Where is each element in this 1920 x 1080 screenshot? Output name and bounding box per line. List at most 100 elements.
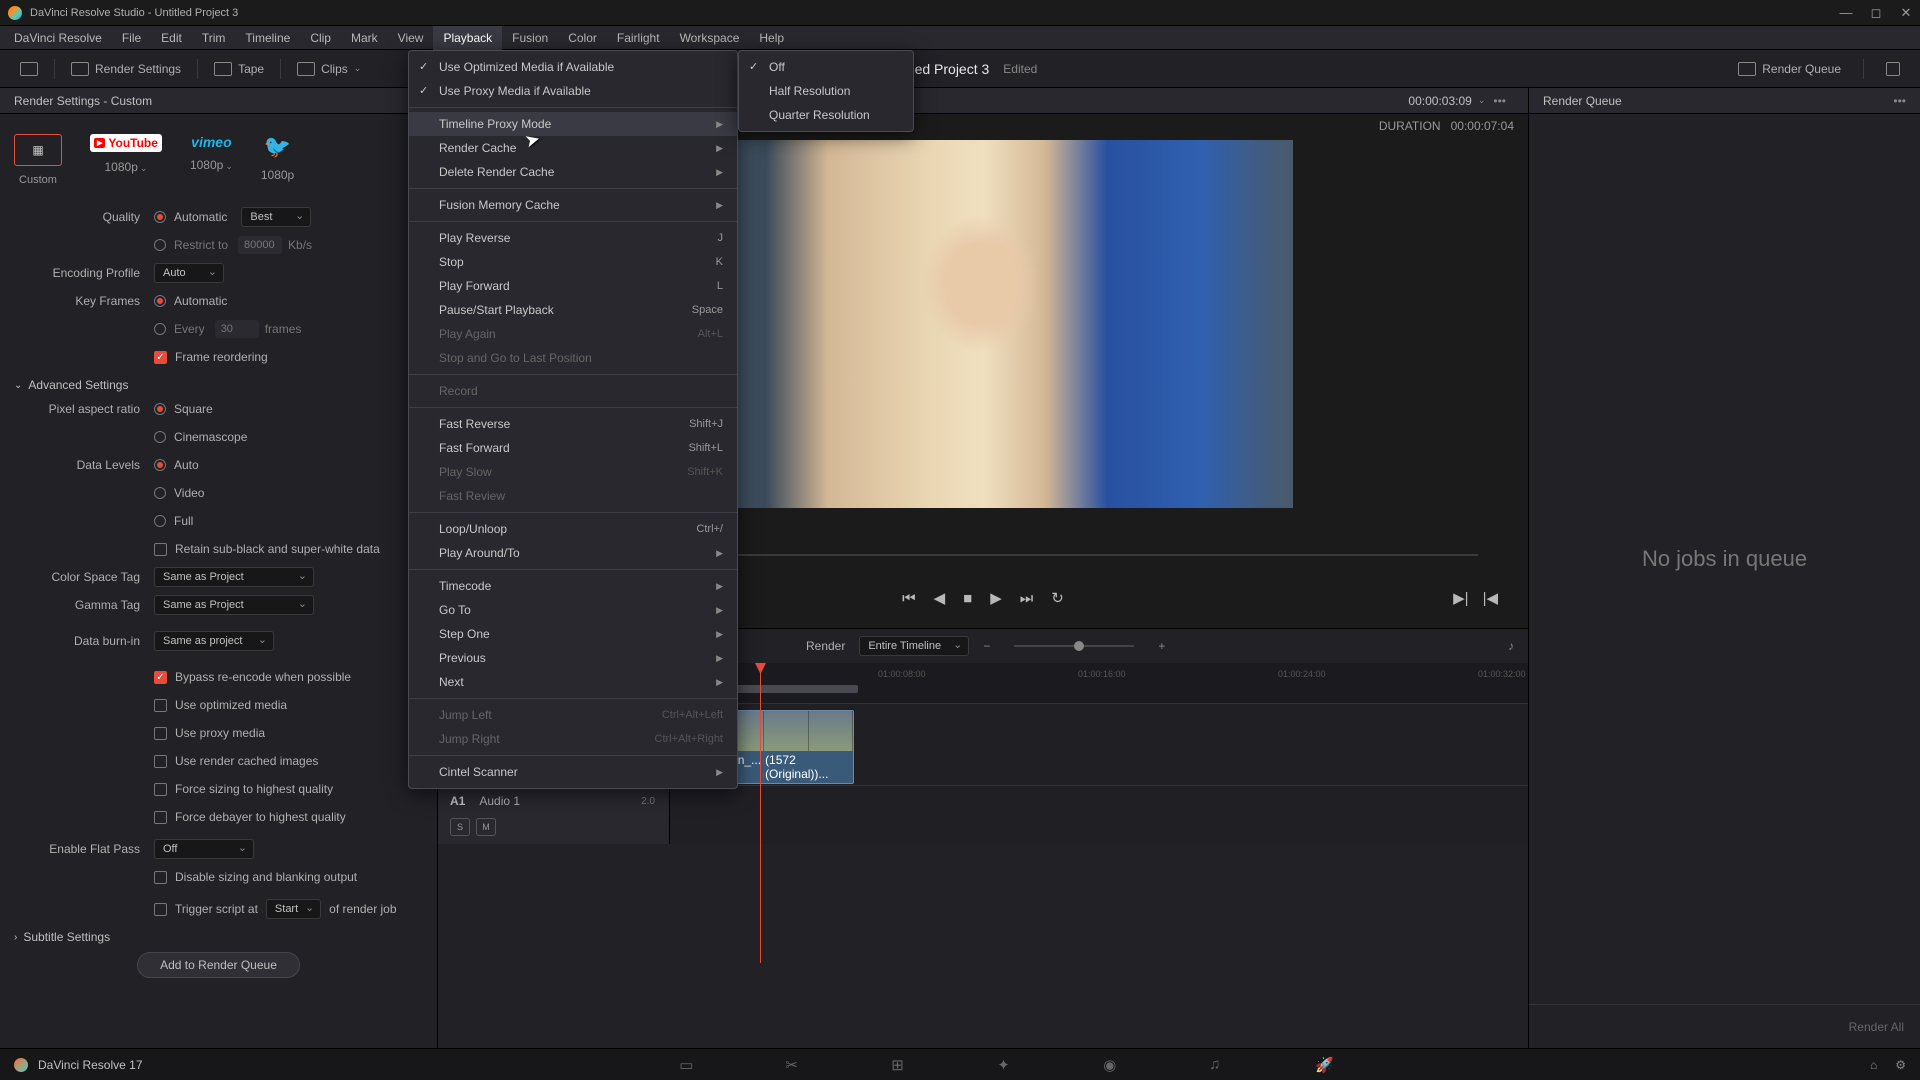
gamma-tag-select[interactable]: Same as Project [154,595,314,615]
viewer-timecode[interactable]: 00:00:03:09 [1408,94,1471,108]
menu-loop[interactable]: Loop/UnloopCtrl+/ [409,517,737,541]
menu-goto[interactable]: Go To▶ [409,598,737,622]
submenu-off[interactable]: ✓Off [739,55,913,79]
menu-use-optimized[interactable]: ✓Use Optimized Media if Available [409,55,737,79]
menu-use-proxy[interactable]: ✓Use Proxy Media if Available [409,79,737,103]
menu-timecode[interactable]: Timecode▶ [409,574,737,598]
preset-custom[interactable]: ▦ Custom [14,134,62,186]
go-to-start-button[interactable]: ⏮ [902,590,916,607]
preset-youtube[interactable]: YouTube 1080p⌄ [90,134,162,186]
viewer-options-button[interactable]: ••• [1485,94,1514,108]
menu-color[interactable]: Color [558,26,607,50]
zoom-out-button[interactable]: − [983,639,990,653]
subtitle-settings-header[interactable]: Subtitle Settings [14,930,423,944]
quick-export-button[interactable] [10,58,48,80]
data-full-radio[interactable] [154,515,166,527]
menu-timeline[interactable]: Timeline [235,26,300,50]
menu-edit[interactable]: Edit [151,26,192,50]
cut-page-button[interactable]: ✂ [785,1056,803,1074]
go-to-end-button[interactable]: ⏭ [1020,590,1034,607]
menu-fusion[interactable]: Fusion [502,26,558,50]
loop-button[interactable]: ↻ [1051,589,1064,607]
submenu-quarter[interactable]: Quarter Resolution [739,103,913,127]
close-button[interactable]: ✕ [1900,7,1912,19]
render-range-select[interactable]: Entire Timeline [859,636,969,656]
render-all-button[interactable]: Render All [1849,1020,1904,1034]
playhead[interactable] [760,663,761,963]
fairlight-page-button[interactable]: ♫ [1209,1056,1227,1074]
menu-step-one[interactable]: Step One▶ [409,622,737,646]
project-settings-button[interactable]: ⚙ [1895,1058,1906,1072]
fusion-page-button[interactable]: ✦ [997,1056,1015,1074]
flat-pass-select[interactable]: Off [154,839,254,859]
trigger-select[interactable]: Start [266,899,321,919]
bypass-checkbox[interactable] [154,671,167,684]
preset-vimeo[interactable]: vimeo 1080p⌄ [190,134,233,186]
clips-button[interactable]: Clips⌄ [287,58,371,80]
submenu-half[interactable]: Half Resolution [739,79,913,103]
color-page-button[interactable]: ◉ [1103,1056,1121,1074]
menu-help[interactable]: Help [749,26,794,50]
menu-play-around[interactable]: Play Around/To▶ [409,541,737,565]
retain-subblack-checkbox[interactable] [154,543,167,556]
menu-play-forward[interactable]: Play ForwardL [409,274,737,298]
disable-sizing-checkbox[interactable] [154,871,167,884]
media-page-button[interactable]: ▭ [679,1056,697,1074]
zoom-in-button[interactable]: + [1158,639,1165,653]
queue-options-button[interactable]: ••• [1893,88,1906,114]
next-clip-button[interactable]: ▶| [1453,589,1468,607]
menu-clip[interactable]: Clip [300,26,341,50]
trigger-script-checkbox[interactable] [154,903,167,916]
audio-meter-button[interactable]: ♪ [1508,639,1514,653]
menu-proxy-mode[interactable]: Timeline Proxy Mode▶ [409,112,737,136]
deliver-page-button[interactable]: 🚀 [1315,1056,1333,1074]
menu-previous[interactable]: Previous▶ [409,646,737,670]
advanced-settings-header[interactable]: Advanced Settings [14,378,423,392]
keyframes-input[interactable]: 30 [215,320,259,338]
menu-mark[interactable]: Mark [341,26,388,50]
color-space-select[interactable]: Same as Project [154,567,314,587]
menu-workspace[interactable]: Workspace [670,26,750,50]
quality-automatic-radio[interactable] [154,211,166,223]
data-auto-radio[interactable] [154,459,166,471]
play-button[interactable]: ▶ [990,589,1002,607]
add-to-render-queue-button[interactable]: Add to Render Queue [137,952,300,978]
menu-stop[interactable]: StopK [409,250,737,274]
solo-button[interactable]: S [450,818,470,836]
tape-button[interactable]: Tape [204,58,274,80]
menu-play-reverse[interactable]: Play ReverseJ [409,226,737,250]
keyframes-every-radio[interactable] [154,323,166,335]
menu-delete-cache[interactable]: Delete Render Cache▶ [409,160,737,184]
home-button[interactable]: ⌂ [1870,1058,1877,1072]
maximize-button[interactable]: ◻ [1870,7,1882,19]
use-cached-checkbox[interactable] [154,755,167,768]
minimize-button[interactable]: — [1840,7,1852,19]
menu-trim[interactable]: Trim [192,26,236,50]
preset-twitter[interactable]: 🐦 1080p [261,134,294,186]
quality-select[interactable]: Best [241,207,311,227]
menu-next[interactable]: Next▶ [409,670,737,694]
menu-fast-reverse[interactable]: Fast ReverseShift+J [409,412,737,436]
menu-playback[interactable]: Playback [433,26,502,50]
menu-fairlight[interactable]: Fairlight [607,26,670,50]
keyframes-auto-radio[interactable] [154,295,166,307]
menu-davinci[interactable]: DaVinci Resolve [4,26,112,50]
menu-cintel[interactable]: Cintel Scanner▶ [409,760,737,784]
menu-pause[interactable]: Pause/Start PlaybackSpace [409,298,737,322]
use-proxy-checkbox[interactable] [154,727,167,740]
force-sizing-checkbox[interactable] [154,783,167,796]
menu-render-cache[interactable]: Render Cache▶ [409,136,737,160]
menu-fusion-cache[interactable]: Fusion Memory Cache▶ [409,193,737,217]
render-settings-button[interactable]: Render Settings [61,58,191,80]
data-video-radio[interactable] [154,487,166,499]
use-optimized-checkbox[interactable] [154,699,167,712]
mute-button[interactable]: M [476,818,496,836]
frame-reordering-checkbox[interactable] [154,351,167,364]
force-debayer-checkbox[interactable] [154,811,167,824]
data-burn-select[interactable]: Same as project [154,631,274,651]
pixel-cinema-radio[interactable] [154,431,166,443]
menu-fast-forward[interactable]: Fast ForwardShift+L [409,436,737,460]
render-queue-button[interactable]: Render Queue [1728,58,1851,80]
kbps-input[interactable]: 80000 [238,236,282,254]
step-back-button[interactable]: ◀ [934,589,946,607]
